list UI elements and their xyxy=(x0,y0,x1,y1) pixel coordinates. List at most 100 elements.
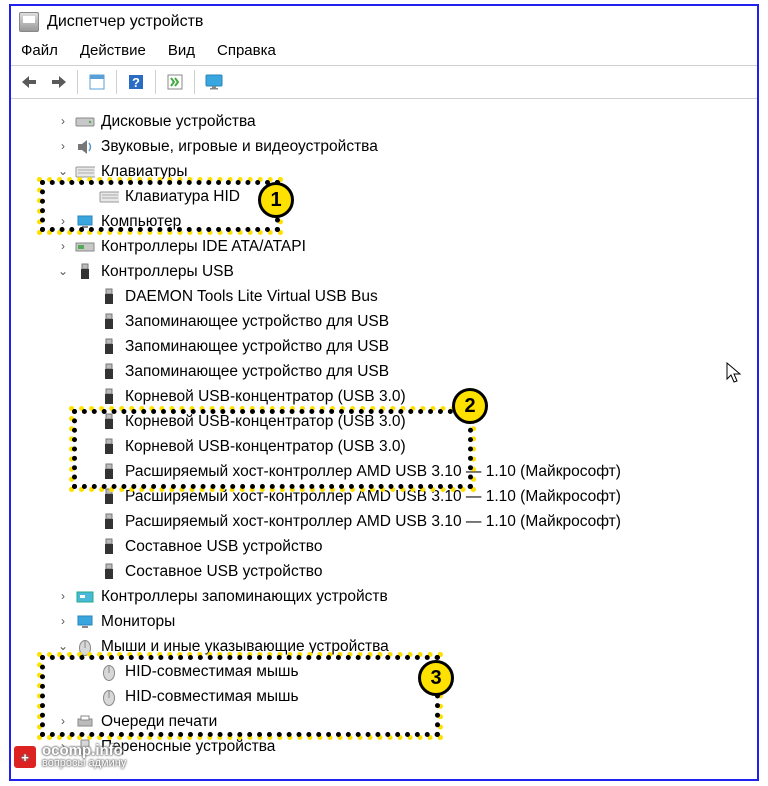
expand-icon[interactable]: › xyxy=(55,614,71,630)
collapse-icon[interactable]: ⌄ xyxy=(55,164,71,180)
tree-item-usb[interactable]: Запоминающее устройство для USB xyxy=(15,309,753,334)
tree-label: Очереди печати xyxy=(101,709,217,734)
disk-icon xyxy=(75,113,95,131)
tree-label: Расширяемый хост-контроллер AMD USB 3.10… xyxy=(125,509,621,534)
scan-button[interactable] xyxy=(162,69,188,95)
expand-icon[interactable]: › xyxy=(55,714,71,730)
usb-icon xyxy=(99,388,119,406)
tree-category-disk[interactable]: › Дисковые устройства xyxy=(15,109,753,134)
tree-label: Расширяемый хост-контроллер AMD USB 3.10… xyxy=(125,484,621,509)
tree-item-mouse-hid[interactable]: HID-совместимая мышь xyxy=(15,659,753,684)
callout-3: 3 xyxy=(418,660,454,696)
tree-item-usb[interactable]: Запоминающее устройство для USB xyxy=(15,359,753,384)
tree-category-ide[interactable]: › Контроллеры IDE ATA/ATAPI xyxy=(15,234,753,259)
tree-item-usb[interactable]: Запоминающее устройство для USB xyxy=(15,334,753,359)
tree-item-usb[interactable]: Составное USB устройство xyxy=(15,534,753,559)
device-manager-window: Диспетчер устройств Файл Действие Вид Сп… xyxy=(9,4,759,781)
tree-item-usb[interactable]: Расширяемый хост-контроллер AMD USB 3.10… xyxy=(15,509,753,534)
tree-label: Запоминающее устройство для USB xyxy=(125,334,389,359)
keyboard-icon xyxy=(99,188,119,206)
collapse-icon[interactable]: ⌄ xyxy=(55,639,71,655)
menu-help[interactable]: Справка xyxy=(217,42,276,59)
callout-2: 2 xyxy=(452,388,488,424)
toolbar: ? xyxy=(11,65,757,99)
titlebar: Диспетчер устройств xyxy=(11,6,757,36)
watermark: + ocomp.info вопросы админу xyxy=(12,744,126,770)
tree-label: Корневой USB-концентратор (USB 3.0) xyxy=(125,409,406,434)
tree-label: Клавиатура HID xyxy=(125,184,240,209)
help-button[interactable]: ? xyxy=(123,69,149,95)
tree-category-computer[interactable]: › Компьютер xyxy=(15,209,753,234)
tree-category-mice[interactable]: ⌄ Мыши и иные указывающие устройства xyxy=(15,634,753,659)
tree-item-usb[interactable]: Расширяемый хост-контроллер AMD USB 3.10… xyxy=(15,459,753,484)
usb-icon xyxy=(99,313,119,331)
tree-label: Контроллеры USB xyxy=(101,259,234,284)
speaker-icon xyxy=(75,138,95,156)
usb-icon xyxy=(99,513,119,531)
tree-label: HID-совместимая мышь xyxy=(125,684,299,709)
tree-label: Дисковые устройства xyxy=(101,109,256,134)
expand-icon[interactable]: › xyxy=(55,239,71,255)
tree-label: Составное USB устройство xyxy=(125,534,322,559)
expand-icon[interactable]: › xyxy=(55,114,71,130)
tree-label: Контроллеры запоминающих устройств xyxy=(101,584,388,609)
tree-item-keyboard-hid[interactable]: Клавиатура HID xyxy=(15,184,753,209)
tree-label: Клавиатуры xyxy=(101,159,187,184)
forward-button[interactable] xyxy=(45,69,71,95)
toolbar-separator xyxy=(77,70,78,94)
usb-icon xyxy=(99,563,119,581)
storage-ctrl-icon xyxy=(75,588,95,606)
usb-icon xyxy=(99,338,119,356)
tree-label: Компьютер xyxy=(101,209,181,234)
tree-label: Контроллеры IDE ATA/ATAPI xyxy=(101,234,306,259)
tree-label: Расширяемый хост-контроллер AMD USB 3.10… xyxy=(125,459,621,484)
mouse-icon xyxy=(75,638,95,656)
ide-icon xyxy=(75,238,95,256)
mouse-icon xyxy=(99,663,119,681)
tree-item-usb[interactable]: Корневой USB-концентратор (USB 3.0) xyxy=(15,384,753,409)
app-icon xyxy=(19,12,39,32)
tree-label: Составное USB устройство xyxy=(125,559,322,584)
tree-category-monitors[interactable]: › Мониторы xyxy=(15,609,753,634)
svg-text:?: ? xyxy=(132,75,140,90)
tree-label: Запоминающее устройство для USB xyxy=(125,359,389,384)
tree-item-usb[interactable]: Составное USB устройство xyxy=(15,559,753,584)
menu-action[interactable]: Действие xyxy=(80,42,146,59)
back-button[interactable] xyxy=(17,69,43,95)
device-tree[interactable]: › Дисковые устройства › Звуковые, игровы… xyxy=(11,99,757,772)
tree-item-usb[interactable]: Корневой USB-концентратор (USB 3.0) xyxy=(15,409,753,434)
tree-category-sound[interactable]: › Звуковые, игровые и видеоустройства xyxy=(15,134,753,159)
printer-icon xyxy=(75,713,95,731)
tree-item-usb[interactable]: Расширяемый хост-контроллер AMD USB 3.10… xyxy=(15,484,753,509)
usb-icon xyxy=(75,263,95,281)
usb-icon xyxy=(99,363,119,381)
expand-icon[interactable]: › xyxy=(55,214,71,230)
tree-category-keyboards[interactable]: ⌄ Клавиатуры xyxy=(15,159,753,184)
menu-view[interactable]: Вид xyxy=(168,42,195,59)
toolbar-separator xyxy=(116,70,117,94)
callout-1: 1 xyxy=(258,182,294,218)
usb-icon xyxy=(99,488,119,506)
menu-file[interactable]: Файл xyxy=(21,42,58,59)
tree-category-storage-ctrl[interactable]: › Контроллеры запоминающих устройств xyxy=(15,584,753,609)
usb-icon xyxy=(99,413,119,431)
usb-icon xyxy=(99,538,119,556)
monitor-button[interactable] xyxy=(201,69,227,95)
properties-button[interactable] xyxy=(84,69,110,95)
tree-item-mouse-hid[interactable]: HID-совместимая мышь xyxy=(15,684,753,709)
expand-icon[interactable]: › xyxy=(55,589,71,605)
computer-icon xyxy=(75,213,95,231)
tree-label: HID-совместимая мышь xyxy=(125,659,299,684)
expand-icon[interactable]: › xyxy=(55,139,71,155)
tree-category-print-queue[interactable]: › Очереди печати xyxy=(15,709,753,734)
tree-category-usb[interactable]: ⌄ Контроллеры USB xyxy=(15,259,753,284)
monitor-icon xyxy=(75,613,95,631)
tree-item-usb[interactable]: DAEMON Tools Lite Virtual USB Bus xyxy=(15,284,753,309)
keyboard-icon xyxy=(75,163,95,181)
tree-item-usb[interactable]: Корневой USB-концентратор (USB 3.0) xyxy=(15,434,753,459)
tree-label: Корневой USB-концентратор (USB 3.0) xyxy=(125,384,406,409)
toolbar-separator xyxy=(155,70,156,94)
cursor-icon xyxy=(726,362,744,386)
collapse-icon[interactable]: ⌄ xyxy=(55,264,71,280)
tree-label: Переносные устройства xyxy=(101,734,275,759)
